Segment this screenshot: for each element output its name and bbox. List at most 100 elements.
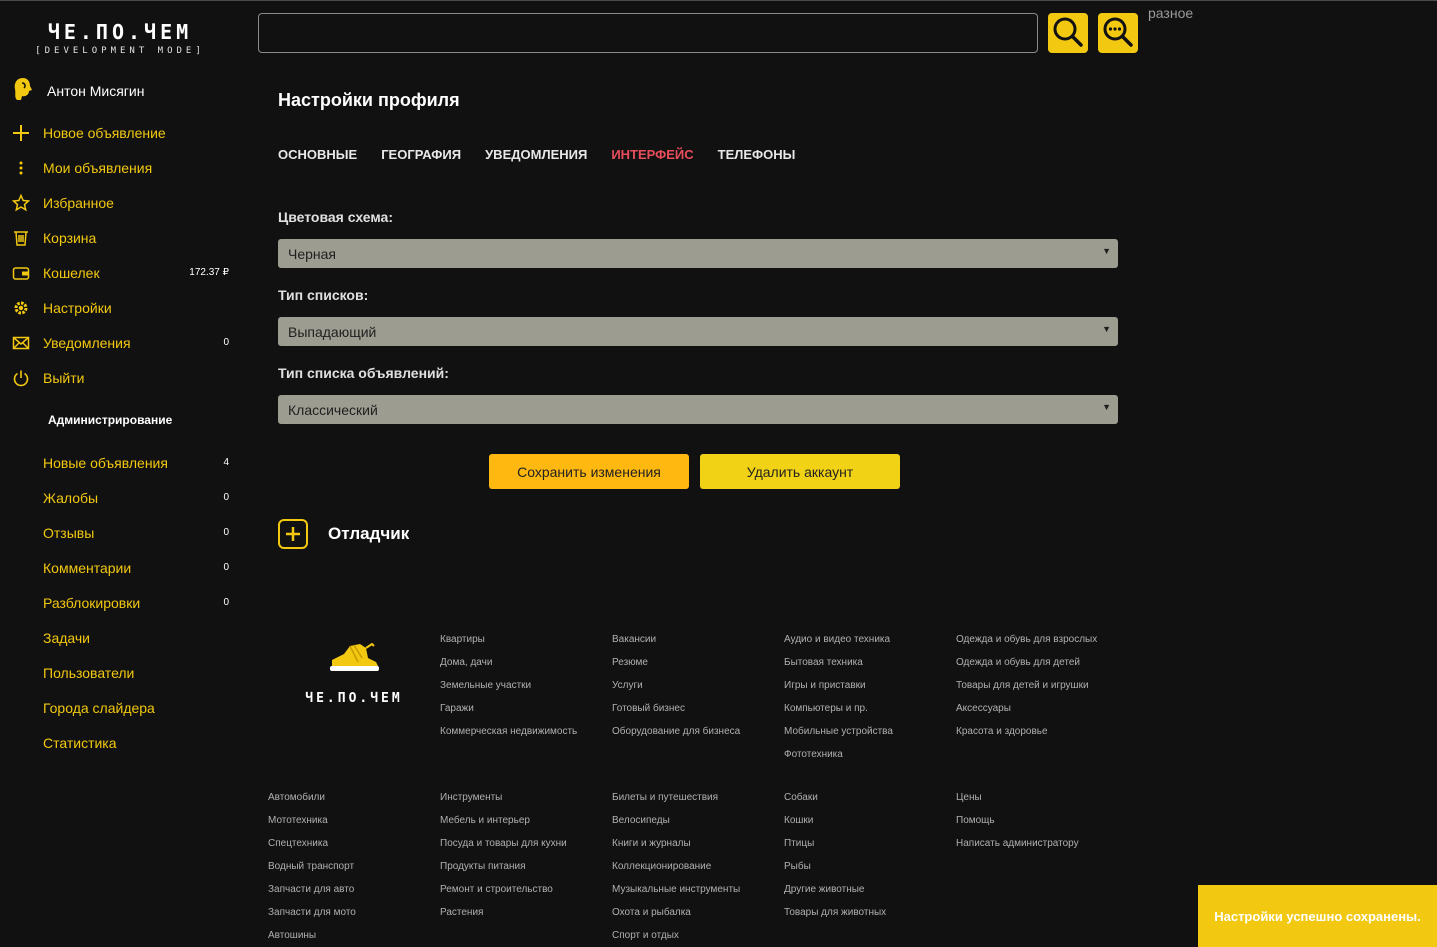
admin-item-new-ads[interactable]: Новые объявления 4	[12, 451, 232, 475]
admin-item-tasks[interactable]: Задачи	[12, 626, 232, 650]
tab-notifications[interactable]: УВЕДОМЛЕНИЯ	[485, 147, 587, 162]
footer-link[interactable]: Билеты и путешествия	[612, 792, 740, 815]
sidebar-item-notifications[interactable]: Уведомления 0	[12, 331, 232, 355]
misc-link[interactable]: разное	[1148, 5, 1193, 21]
save-button[interactable]: Сохранить изменения	[489, 454, 689, 489]
sidebar-item-new-ad[interactable]: Новое объявление	[12, 121, 232, 145]
site-logo[interactable]: ЧЕ.ПО.ЧЕМ [DEVELOPMENT MODE]	[0, 20, 240, 56]
footer-link[interactable]: Услуги	[612, 680, 740, 703]
dropdown-arrow-icon: ▼	[1102, 402, 1111, 412]
admin-item-statistics[interactable]: Статистика	[12, 731, 232, 755]
footer-link[interactable]: Ремонт и строительство	[440, 884, 567, 907]
footer-link[interactable]: Товары для животных	[784, 907, 886, 930]
sidebar-item-my-ads[interactable]: Мои объявления	[12, 156, 232, 180]
footer-link[interactable]: Мототехника	[268, 815, 356, 838]
admin-item-count: 4	[223, 457, 229, 468]
footer-link[interactable]: Музыкальные инструменты	[612, 884, 740, 907]
footer-link[interactable]: Одежда и обувь для взрослых	[956, 634, 1097, 657]
admin-item-reviews[interactable]: Отзывы 0	[12, 521, 232, 545]
footer-link[interactable]: Помощь	[956, 815, 1079, 838]
footer-link[interactable]: Коллекционирование	[612, 861, 740, 884]
footer-link[interactable]: Резюме	[612, 657, 740, 680]
admin-item-comments[interactable]: Комментарии 0	[12, 556, 232, 580]
debugger-toggle[interactable]: Отладчик	[278, 519, 409, 549]
footer-link[interactable]: Аксессуары	[956, 703, 1097, 726]
footer-link[interactable]: Мобильные устройства	[784, 726, 893, 749]
footer-link[interactable]: Земельные участки	[440, 680, 577, 703]
color-scheme-select[interactable]: Черная ▼	[278, 239, 1118, 268]
select-value: Выпадающий	[288, 324, 377, 340]
sidebar-item-cart[interactable]: Корзина	[12, 226, 232, 250]
footer-link[interactable]: Спорт и отдых	[612, 930, 740, 947]
admin-item-label: Города слайдера	[43, 700, 155, 716]
ad-list-type-select[interactable]: Классический ▼	[278, 395, 1118, 424]
footer-link[interactable]: Красота и здоровье	[956, 726, 1097, 749]
admin-item-label: Новые объявления	[43, 455, 168, 471]
footer-link[interactable]: Написать администратору	[956, 838, 1079, 861]
footer-link[interactable]: Бытовая техника	[784, 657, 893, 680]
page-title: Настройки профиля	[278, 90, 460, 110]
footer-link[interactable]: Вакансии	[612, 634, 740, 657]
admin-item-unblocks[interactable]: Разблокировки 0	[12, 591, 232, 615]
footer-link[interactable]: Аудио и видео техника	[784, 634, 893, 657]
footer-column-jobs: Вакансии Резюме Услуги Готовый бизнес Об…	[612, 634, 740, 749]
admin-item-users[interactable]: Пользователи	[12, 661, 232, 685]
footer-link[interactable]: Мебель и интерьер	[440, 815, 567, 838]
footer-link[interactable]: Спецтехника	[268, 838, 356, 861]
footer-link[interactable]: Собаки	[784, 792, 886, 815]
sidebar-item-wallet[interactable]: Кошелек 172.37 ₽	[12, 261, 232, 285]
footer-link[interactable]: Запчасти для авто	[268, 884, 356, 907]
sidebar-item-label: Корзина	[43, 230, 97, 246]
footer-link[interactable]: Готовый бизнес	[612, 703, 740, 726]
search-input[interactable]	[258, 13, 1038, 53]
footer-link[interactable]: Автошины	[268, 930, 356, 947]
tab-phones[interactable]: ТЕЛЕФОНЫ	[718, 147, 796, 162]
footer-link[interactable]: Запчасти для мото	[268, 907, 356, 930]
footer-link[interactable]: Товары для детей и игрушки	[956, 680, 1097, 703]
footer-link[interactable]: Дома, дачи	[440, 657, 577, 680]
footer-link[interactable]: Птицы	[784, 838, 886, 861]
admin-item-complaints[interactable]: Жалобы 0	[12, 486, 232, 510]
footer-link[interactable]: Растения	[440, 907, 567, 930]
plus-box-icon	[278, 519, 308, 549]
sidebar-item-logout[interactable]: Выйти	[12, 366, 232, 390]
footer-link[interactable]: Кошки	[784, 815, 886, 838]
footer-link[interactable]: Автомобили	[268, 792, 356, 815]
tab-basic[interactable]: ОСНОВНЫЕ	[278, 147, 357, 162]
tab-geography[interactable]: ГЕОГРАФИЯ	[381, 147, 461, 162]
list-type-select[interactable]: Выпадающий ▼	[278, 317, 1118, 346]
footer-link[interactable]: Одежда и обувь для детей	[956, 657, 1097, 680]
footer-link[interactable]: Компьютеры и пр.	[784, 703, 893, 726]
footer-link[interactable]: Игры и приставки	[784, 680, 893, 703]
footer-link[interactable]: Гаражи	[440, 703, 577, 726]
footer-link[interactable]: Квартиры	[440, 634, 577, 657]
mail-icon	[12, 334, 30, 352]
footer-link[interactable]: Водный транспорт	[268, 861, 356, 884]
footer-link[interactable]: Книги и журналы	[612, 838, 740, 861]
delete-account-button[interactable]: Удалить аккаунт	[700, 454, 900, 489]
sidebar-item-settings[interactable]: Настройки	[12, 296, 232, 320]
footer-link[interactable]: Посуда и товары для кухни	[440, 838, 567, 861]
logo-subtitle: [DEVELOPMENT MODE]	[35, 46, 205, 56]
user-profile[interactable]: Антон Мисягин	[12, 77, 145, 103]
footer-link[interactable]: Охота и рыбалка	[612, 907, 740, 930]
footer-link[interactable]: Велосипеды	[612, 815, 740, 838]
sidebar-item-favorites[interactable]: Избранное	[12, 191, 232, 215]
footer-link[interactable]: Инструменты	[440, 792, 567, 815]
logo-title: ЧЕ.ПО.ЧЕМ	[47, 20, 193, 44]
footer-link[interactable]: Продукты питания	[440, 861, 567, 884]
footer-link[interactable]: Другие животные	[784, 884, 886, 907]
success-toast[interactable]: Настройки успешно сохранены.	[1198, 885, 1437, 947]
footer-link[interactable]: Цены	[956, 792, 1079, 815]
footer-link[interactable]: Фототехника	[784, 749, 893, 772]
footer-logo[interactable]: ЧЕ.ПО.ЧЕМ	[302, 640, 406, 706]
admin-item-slider-cities[interactable]: Города слайдера	[12, 696, 232, 720]
footer-link[interactable]: Рыбы	[784, 861, 886, 884]
search-icon	[1052, 16, 1084, 51]
user-name: Антон Мисягин	[47, 83, 145, 99]
tab-interface[interactable]: ИНТЕРФЕЙС	[611, 147, 693, 162]
search-button[interactable]	[1048, 13, 1088, 53]
footer-link[interactable]: Оборудование для бизнеса	[612, 726, 740, 749]
footer-link[interactable]: Коммерческая недвижимость	[440, 726, 577, 749]
advanced-search-button[interactable]	[1098, 13, 1138, 53]
